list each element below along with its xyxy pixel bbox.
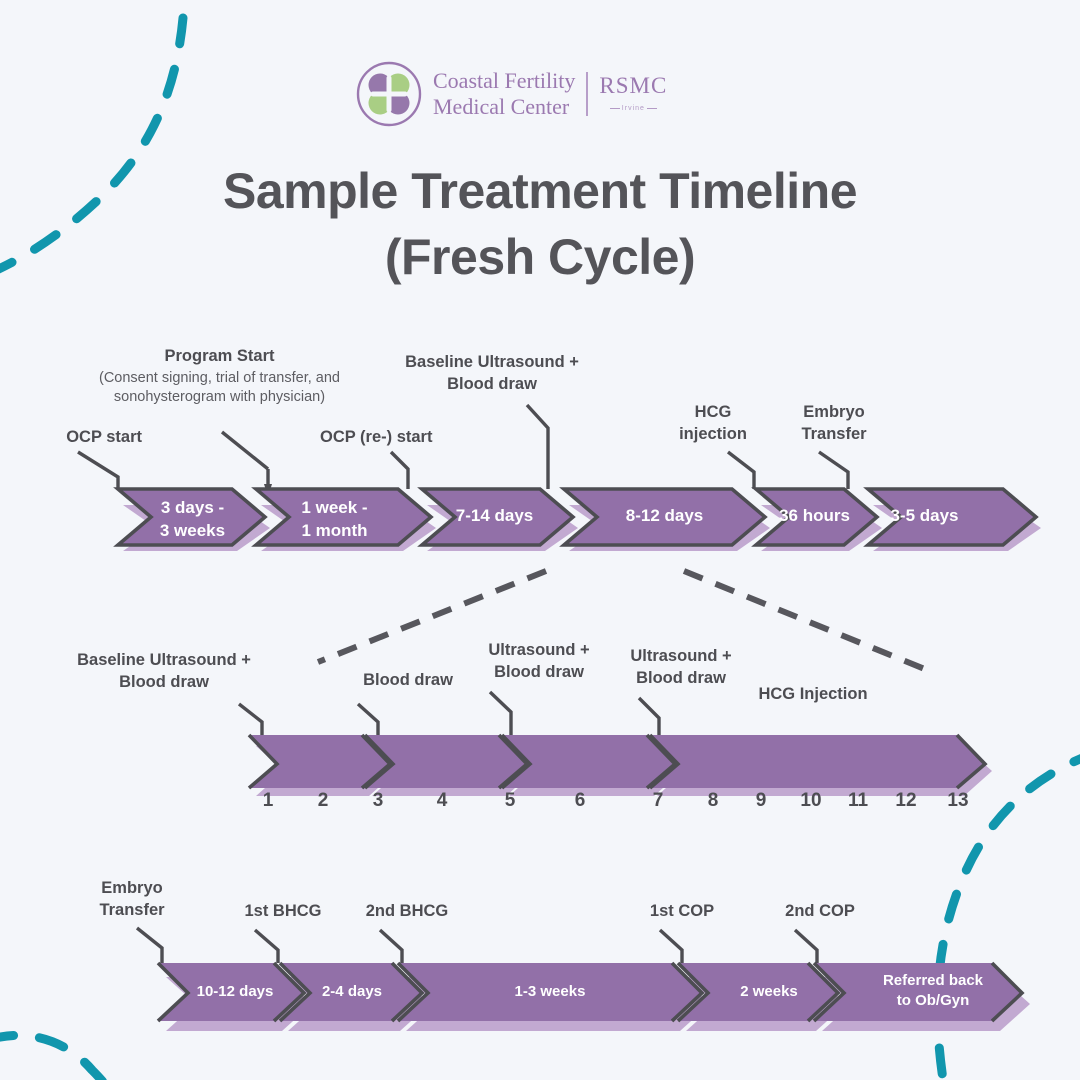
row2-day-13: 13 [947,790,969,811]
row2-day-10: 10 [800,790,822,811]
row3-leader-lines [135,926,819,963]
row1-segment-text-3: 7-14 days [455,506,534,525]
row1-segment-text-1: 3 days - 3 weeks [159,498,226,540]
row2-label-baseline-ultrasound: Baseline Ultrasound + Blood draw [77,651,251,691]
row2-day-3: 3 [372,790,384,811]
row2-label-blood-draw: Blood draw [363,671,453,689]
row1-label-hcg-injection: HCG injection [679,403,747,443]
rsmc-label: RSMC [599,72,668,98]
row2-chevron-bar [247,733,992,796]
row2-label-ultrasound-blood-draw-1: Ultrasound + Blood draw [488,641,590,681]
row1-label-embryo-transfer: Embryo Transfer [801,403,867,443]
row2-day-11: 11 [847,790,869,811]
row1-segment-text-2: 1 week - 1 month [301,498,368,540]
row2-leader-lines [237,690,661,735]
row1-label-ocp-restart: OCP (re-) start [320,428,433,446]
row2-day-8: 8 [707,790,719,811]
row2-day-12: 12 [895,790,917,811]
brand-name-line2: Medical Center [433,94,570,119]
row3-label-2nd-bhcg: 2nd BHCG [365,902,449,920]
brand-name-line1: Coastal Fertility [433,68,576,94]
row2-day-6: 6 [574,790,586,811]
row1-label-program-start: Program Start [164,347,275,365]
row3-segment-text-2: 2-4 days [321,983,383,1000]
row1-label-baseline-ultrasound: Baseline Ultrasound + Blood draw [405,353,579,393]
row2-day-1: 1 [262,790,274,811]
row3-segment-text-1: 10-12 days [196,983,274,1000]
row2-day-5: 5 [504,790,516,811]
row1-segment-text-5: 36 hours [779,506,850,525]
teal-curve-bottom-left [0,1030,108,1080]
row2-day-9: 9 [755,790,767,811]
row1-label-program-start-sub: (Consent signing, trial of transfer, and… [99,370,340,406]
page-title-line2: (Fresh Cycle) [384,229,696,285]
row2-day-4: 4 [436,790,448,811]
row1-segment-text-4: 8-12 days [625,506,704,525]
row2-day-2: 2 [317,790,329,811]
row3-label-1st-bhcg: 1st BHCG [244,902,322,920]
row2-label-ultrasound-blood-draw-2: Ultrasound + Blood draw [630,647,732,687]
page-title-line1: Sample Treatment Timeline [222,163,858,219]
row2-label-hcg-injection: HCG Injection [758,685,868,703]
rsmc-sublabel: Irvine [609,105,658,112]
row3-label-embryo-transfer: Embryo Transfer [99,879,165,919]
row3-segment-text-4: 2 weeks [740,983,798,1000]
row3-segment-text-5: Referred back to Ob/Gyn [882,972,984,1010]
logo-divider [586,72,589,116]
row3-label-1st-cop: 1st COP [649,902,715,920]
row1-label-ocp-start: OCP start [66,428,142,446]
row2-day-7: 7 [652,790,664,811]
clover-logo-icon [356,61,422,127]
row3-segment-text-3: 1-3 weeks [514,983,586,1000]
row3-label-2nd-cop: 2nd COP [785,902,855,920]
brand-logo: Coastal Fertility Medical Center RSMC Ir… [355,58,695,130]
infographic-canvas: Coastal Fertility Medical Center RSMC Ir… [0,0,1080,1080]
page-title: Sample Treatment Timeline (Fresh Cycle) [0,158,1080,290]
row1-segment-text-6: 3-5 days [890,506,959,525]
